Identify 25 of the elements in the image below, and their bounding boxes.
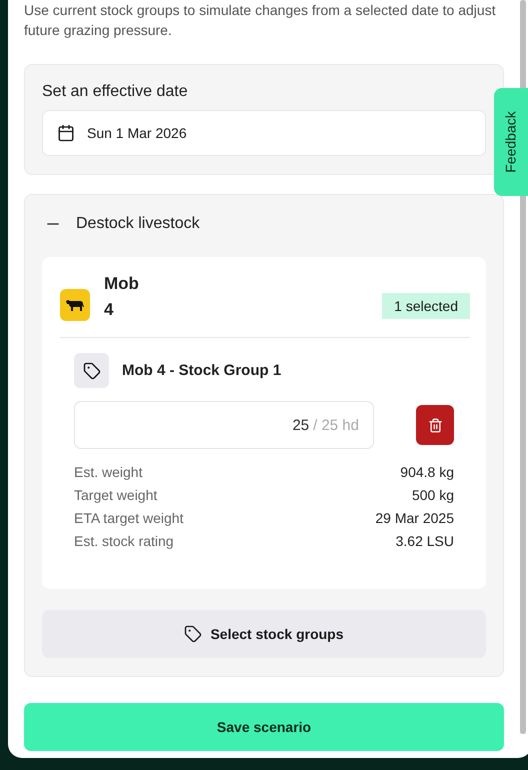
stat-label: Est. weight [74, 464, 142, 480]
stat-label: Est. stock rating [74, 533, 174, 549]
feedback-tab[interactable]: Feedback [494, 88, 528, 196]
date-field[interactable]: Sun 1 Mar 2026 [42, 110, 486, 156]
delete-button[interactable] [416, 405, 454, 445]
trash-icon [428, 418, 442, 432]
calendar-icon [57, 124, 75, 142]
stat-label: Target weight [74, 487, 158, 503]
save-button[interactable]: Save scenario [24, 703, 504, 751]
cow-icon [65, 298, 85, 312]
date-label: Set an effective date [42, 83, 189, 101]
stock-group-name: Mob 4 - Stock Group 1 [122, 362, 282, 379]
section-title: Destock livestock [76, 215, 200, 233]
mob-name: Mob 4 [104, 273, 140, 321]
intro-text: Use current stock groups to simulate changes from a selected date to adjust future grazing pressure. [24, 1, 497, 40]
stat-label: ETA target weight [74, 510, 184, 526]
stat-value: 3.62 LSU [396, 533, 454, 549]
stat-value: 500 kg [412, 487, 454, 503]
quantity-field[interactable]: 25 / 25 hd [74, 401, 374, 449]
tag-icon [184, 625, 202, 643]
stat-value: 29 Mar 2025 [375, 510, 454, 526]
selected-count: 1 selected [382, 293, 470, 319]
select-stock-groups-button[interactable]: Select stock groups [42, 610, 486, 658]
tag-icon [74, 353, 109, 388]
stat-value: 904.8 kg [400, 464, 454, 480]
